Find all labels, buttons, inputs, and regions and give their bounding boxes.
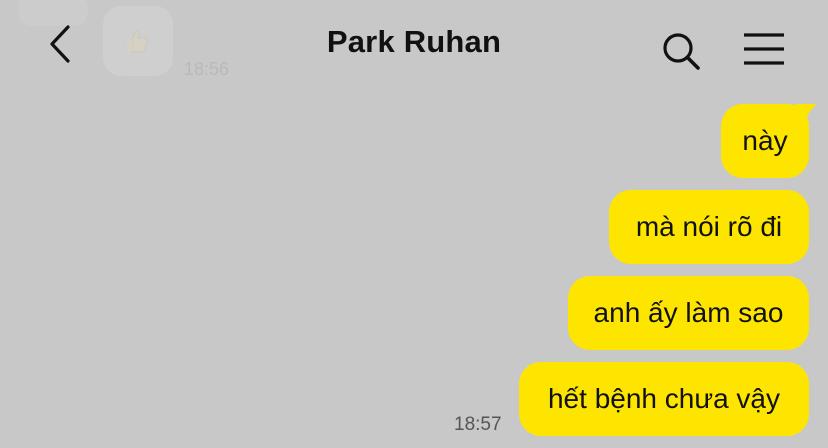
- chat-header: Park Ruhan: [0, 0, 828, 92]
- message-bubble[interactable]: hết bệnh chưa vậy: [519, 362, 809, 436]
- message-text: mà nói rõ đi: [635, 211, 783, 242]
- bubble-tail: [795, 104, 817, 124]
- message-text: này: [742, 125, 788, 156]
- search-button[interactable]: [660, 30, 704, 74]
- message-bubble[interactable]: anh ấy làm sao: [568, 276, 809, 350]
- message-text: anh ấy làm sao: [593, 297, 784, 328]
- hamburger-menu-icon: [744, 33, 784, 65]
- message-text: hết bệnh chưa vậy: [547, 383, 780, 414]
- message-time: 18:57: [454, 414, 502, 435]
- message-bubble[interactable]: này: [721, 104, 817, 178]
- message-bubble[interactable]: mà nói rõ đi: [609, 190, 809, 264]
- search-icon: [663, 33, 700, 70]
- menu-button[interactable]: [740, 30, 788, 70]
